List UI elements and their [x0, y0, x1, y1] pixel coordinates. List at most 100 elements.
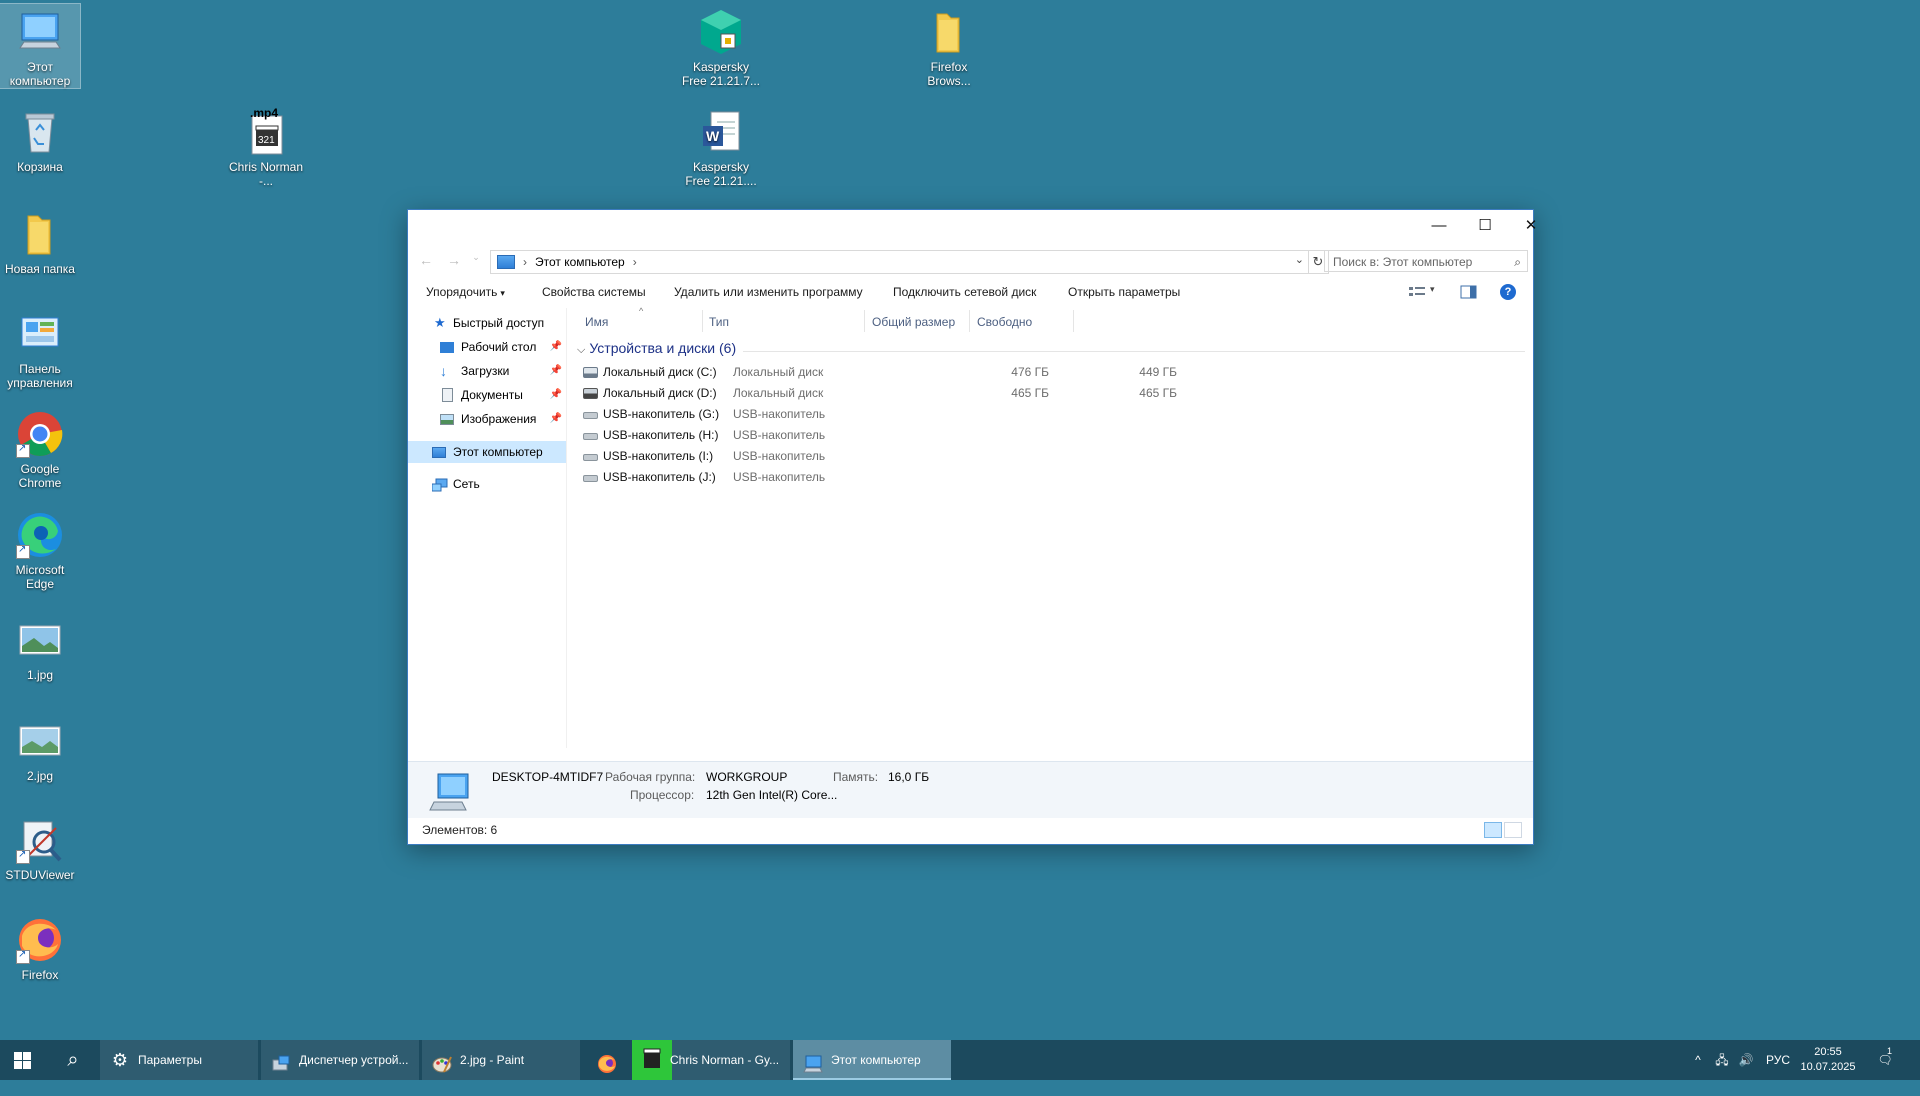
workgroup-label: Рабочая группа:	[605, 770, 696, 784]
desktop-icon-microsoft-edge[interactable]: Microsoft Edge	[0, 507, 80, 591]
group-header-devices[interactable]: ⌵ Устройства и диски (6)	[577, 340, 736, 357]
search-input[interactable]: Поиск в: Этот компьютер ⌕	[1324, 250, 1528, 272]
taskbar-item-this-pc[interactable]: Этот компьютер	[793, 1040, 951, 1080]
nav-item-network[interactable]: Сеть	[408, 473, 566, 495]
back-arrow-icon[interactable]: ←	[416, 252, 436, 270]
desktop-icon-label: Kaspersky Free 21.21....	[685, 160, 757, 188]
document-icon	[442, 388, 453, 402]
video-file-icon: .mp4 321	[242, 106, 290, 156]
desktop-icon-control-panel[interactable]: Панель управления	[0, 306, 80, 390]
details-view-icon[interactable]	[1484, 822, 1502, 838]
desktop-icon-google-chrome[interactable]: Google Chrome	[0, 406, 80, 490]
column-divider[interactable]	[969, 310, 970, 332]
pin-icon[interactable]: 📌	[550, 360, 562, 382]
taskbar-item-device-manager[interactable]: Диспетчер устрой...	[261, 1040, 419, 1080]
desktop-icon-label: Корзина	[17, 160, 63, 174]
desktop-icon-kaspersky-document[interactable]: W Kaspersky Free 21.21....	[681, 104, 761, 188]
large-icons-view-icon[interactable]	[1504, 822, 1522, 838]
close-button[interactable]: ✕	[1508, 210, 1554, 240]
column-header-free-space[interactable]: Свободно	[977, 315, 1032, 329]
nav-item-pictures[interactable]: Изображения 📌	[408, 408, 566, 430]
column-divider[interactable]	[864, 310, 865, 332]
address-dropdown-chevron-icon[interactable]: ⌄	[1295, 253, 1304, 266]
column-divider[interactable]	[1073, 310, 1074, 332]
desktop-icon-recycle-bin[interactable]: Корзина	[0, 104, 80, 174]
breadcrumb-separator[interactable]: ›	[633, 255, 637, 269]
desktop-icon-new-folder[interactable]: Новая папка	[0, 206, 80, 276]
taskbar-search-icon[interactable]: ⌕	[50, 1040, 96, 1080]
desktop-icon-1-jpg[interactable]: 1.jpg	[0, 612, 80, 682]
desktop-icon-label: Google Chrome	[18, 462, 62, 490]
column-header-total-size[interactable]: Общий размер	[872, 315, 955, 329]
drive-row-g[interactable]: USB-накопитель (G:) USB-накопитель	[567, 404, 1533, 425]
open-settings-button[interactable]: Открыть параметры	[1068, 285, 1180, 299]
desktop-icon-this-pc[interactable]: Этот компьютер	[0, 3, 81, 89]
control-panel-icon	[16, 310, 64, 358]
network-tray-icon[interactable]: 🖧	[1712, 1040, 1732, 1080]
desktop-icon-firefox[interactable]: Firefox	[0, 912, 80, 982]
help-icon[interactable]: ?	[1500, 284, 1516, 300]
computer-name: DESKTOP-4MTIDF7	[492, 770, 604, 784]
drive-name: Локальный диск (D:)	[603, 386, 717, 400]
nav-item-quick-access[interactable]: ★ Быстрый доступ	[408, 312, 566, 334]
nav-item-downloads[interactable]: ↓ Загрузки 📌	[408, 360, 566, 382]
volume-icon[interactable]: 🔊	[1736, 1040, 1756, 1080]
taskbar-item-video-player[interactable]: Chris Norman - Gy...	[632, 1040, 790, 1080]
taskbar-item-paint[interactable]: 2.jpg - Paint	[422, 1040, 580, 1080]
drive-type: USB-накопитель	[733, 407, 826, 421]
taskbar-item-label: Этот компьютер	[831, 1053, 921, 1067]
windows-drive-icon	[583, 367, 598, 378]
column-divider[interactable]	[702, 310, 703, 332]
desktop-icon-chris-norman-video[interactable]: .mp4 321 Chris Norman -...	[226, 104, 306, 188]
breadcrumb-this-pc[interactable]: Этот компьютер	[535, 255, 625, 269]
taskbar-item-settings[interactable]: ⚙ Параметры	[100, 1040, 258, 1080]
pin-icon[interactable]: 📌	[550, 384, 562, 406]
forward-arrow-icon[interactable]: →	[444, 252, 464, 270]
drive-row-d[interactable]: Локальный диск (D:) Локальный диск 465 Г…	[567, 383, 1533, 404]
folder-icon	[925, 8, 973, 56]
nav-item-label: Рабочий стол	[461, 340, 537, 354]
drive-row-j[interactable]: USB-накопитель (J:) USB-накопитель	[567, 467, 1533, 488]
change-view-icon[interactable]	[1408, 284, 1426, 300]
desktop-icon-firefox-browser-folder[interactable]: Firefox Brows...	[909, 4, 989, 88]
desktop-icon-stduviewer[interactable]: STDUViewer	[0, 812, 80, 882]
start-button[interactable]	[0, 1040, 48, 1080]
system-properties-button[interactable]: Свойства системы	[542, 285, 646, 299]
workgroup-value: WORKGROUP	[706, 770, 788, 784]
media-player-icon	[632, 1040, 672, 1080]
column-header-name[interactable]: Имя	[585, 315, 608, 329]
recent-locations-chevron-icon[interactable]: ⌄	[466, 252, 486, 270]
show-hidden-icons-chevron-icon[interactable]: ^	[1688, 1040, 1708, 1080]
chevron-down-icon[interactable]: ⌵	[577, 344, 585, 356]
pin-icon[interactable]: 📌	[550, 336, 562, 358]
nav-item-label: Этот компьютер	[453, 445, 543, 459]
nav-item-desktop[interactable]: Рабочий стол 📌	[408, 336, 566, 358]
notification-center-icon[interactable]: 🗨 1	[1870, 1040, 1900, 1080]
uninstall-program-button[interactable]: Удалить или изменить программу	[674, 285, 863, 299]
desktop-icon-label: Microsoft Edge	[15, 563, 65, 591]
explorer-window[interactable]: — ☐ ✕ ← → ⌄ › Этот компьютер › ⌄ ↻ Поиск…	[407, 209, 1538, 845]
minimize-button[interactable]: —	[1416, 210, 1462, 240]
organize-button[interactable]: Упорядочить ▾	[426, 285, 505, 299]
nav-item-documents[interactable]: Документы 📌	[408, 384, 566, 406]
desktop-icon-2-jpg[interactable]: 2.jpg	[0, 713, 80, 783]
nav-item-this-pc[interactable]: Этот компьютер	[408, 441, 566, 463]
drive-row-c[interactable]: Локальный диск (C:) Локальный диск 476 Г…	[567, 362, 1533, 383]
address-row: ← → ⌄ › Этот компьютер › ⌄ ↻ Поиск в: Эт…	[408, 246, 1533, 276]
system-clock[interactable]: 20:55 10.07.2025	[1800, 1045, 1856, 1075]
drive-row-i[interactable]: USB-накопитель (I:) USB-накопитель	[567, 446, 1533, 467]
drive-row-h[interactable]: USB-накопитель (H:) USB-накопитель	[567, 425, 1533, 446]
view-dropdown-chevron-icon[interactable]: ▾	[1430, 284, 1448, 300]
maximize-button[interactable]: ☐	[1462, 210, 1508, 240]
taskbar-item-firefox[interactable]	[583, 1040, 631, 1080]
title-bar[interactable]: — ☐ ✕	[408, 210, 1538, 248]
input-language-indicator[interactable]: РУС	[1764, 1040, 1792, 1080]
usb-drive-icon	[583, 454, 598, 461]
column-header-type[interactable]: Тип	[709, 315, 729, 329]
network-icon	[431, 477, 448, 492]
address-bar[interactable]: › Этот компьютер › ⌄	[490, 250, 1309, 274]
preview-pane-icon[interactable]	[1460, 284, 1478, 300]
map-network-drive-button[interactable]: Подключить сетевой диск	[893, 285, 1036, 299]
pin-icon[interactable]: 📌	[550, 408, 562, 430]
desktop-icon-kaspersky-installer[interactable]: Kaspersky Free 21.21.7...	[681, 4, 761, 88]
